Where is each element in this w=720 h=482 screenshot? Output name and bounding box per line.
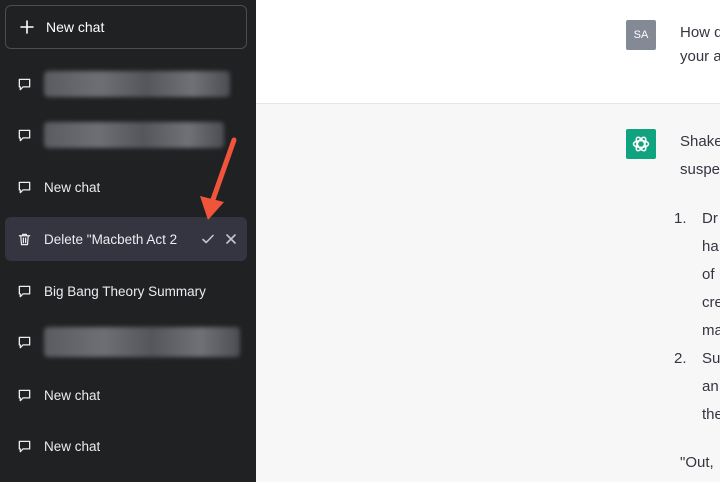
trash-icon	[18, 233, 31, 245]
message-icon	[18, 389, 31, 401]
redacted-title	[44, 122, 224, 148]
sidebar-chat-item[interactable]: Big Bang Theory Summary	[5, 269, 247, 313]
plus-icon	[20, 20, 34, 34]
list-line: cre	[702, 294, 720, 311]
list-line: ma	[702, 322, 720, 339]
message-icon	[18, 440, 31, 452]
list-line: Su	[702, 350, 720, 367]
user-message-line: How d	[680, 24, 720, 41]
message-icon	[18, 129, 31, 141]
sidebar-chat-item[interactable]	[5, 62, 247, 106]
list-number: 2.	[674, 350, 687, 367]
sidebar-chat-item-delete-confirm[interactable]: Delete "Macbeth Act 2	[5, 217, 247, 261]
sidebar-chat-label: New chat	[44, 438, 101, 454]
message-icon	[18, 78, 31, 90]
openai-logo-icon	[626, 129, 656, 159]
list-line: the	[702, 406, 720, 423]
user-message-row: SA How d your a	[256, 0, 720, 104]
assistant-message-row: Shake suspe 1. Dr ha of cre ma 2. Su an …	[256, 104, 720, 482]
message-icon	[18, 285, 31, 297]
list-line: Dr	[702, 210, 718, 227]
user-message-line: your a	[680, 48, 720, 65]
sidebar-chat-item[interactable]: New chat	[5, 373, 247, 417]
sidebar-chat-label: Big Bang Theory Summary	[44, 283, 206, 299]
chat-main: SA How d your a Shake suspe 1. Dr ha of …	[256, 0, 720, 482]
sidebar-chat-item[interactable]	[5, 113, 247, 157]
redacted-title	[44, 327, 240, 357]
cancel-delete-x-icon[interactable]	[225, 233, 237, 245]
assistant-quote-line: "Out,	[680, 454, 714, 471]
redacted-title	[44, 71, 230, 97]
sidebar: New chat New chat Delete "Macbeth Act 2	[0, 0, 256, 482]
assistant-message-line: suspe	[680, 161, 720, 178]
message-icon	[18, 181, 31, 193]
list-line: ha	[702, 238, 719, 255]
new-chat-button[interactable]: New chat	[5, 5, 247, 49]
sidebar-chat-label: Delete "Macbeth Act 2	[44, 231, 178, 247]
sidebar-chat-item[interactable]: New chat	[5, 165, 247, 209]
new-chat-label: New chat	[46, 19, 105, 35]
sidebar-chat-item[interactable]: New chat	[5, 424, 247, 468]
sidebar-chat-item[interactable]	[5, 320, 247, 364]
assistant-message-line: Shake	[680, 133, 720, 150]
list-line: an	[702, 378, 719, 395]
list-line: of	[702, 266, 715, 283]
list-number: 1.	[674, 210, 687, 227]
sidebar-chat-label: New chat	[44, 387, 101, 403]
message-icon	[18, 336, 31, 348]
user-avatar: SA	[626, 20, 656, 50]
delete-actions	[201, 217, 237, 261]
confirm-delete-check-icon[interactable]	[201, 232, 215, 246]
sidebar-chat-label: New chat	[44, 179, 101, 195]
